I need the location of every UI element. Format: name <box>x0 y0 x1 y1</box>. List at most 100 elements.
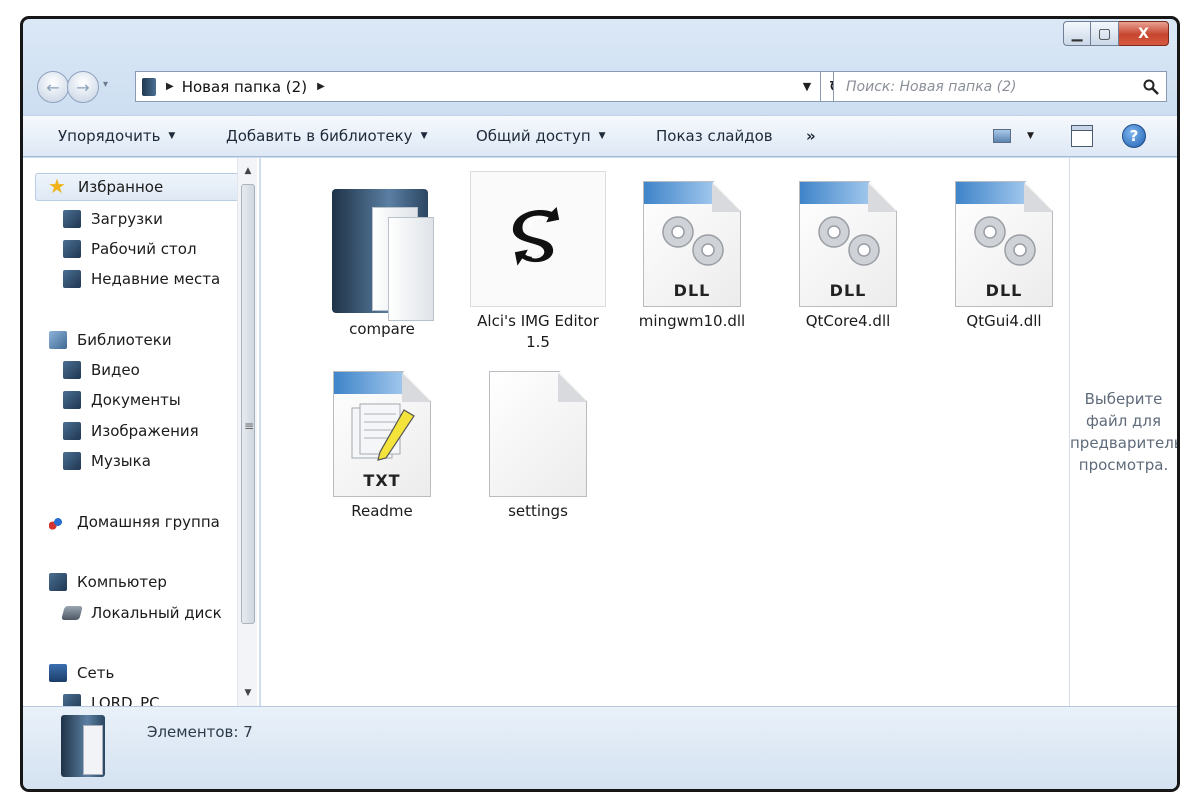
sidebar-item-network-pc[interactable]: LORD_PC <box>63 689 160 706</box>
scroll-up-icon[interactable]: ▲ <box>238 162 258 180</box>
sidebar-item-label: Библиотеки <box>77 331 172 349</box>
preview-pane-button[interactable] <box>1071 125 1093 147</box>
downloads-icon <box>63 210 81 228</box>
minimize-icon: ▁ <box>1071 25 1083 42</box>
search-box[interactable]: Поиск: Новая папка (2) <box>833 71 1167 102</box>
scroll-down-icon[interactable]: ▼ <box>238 684 258 702</box>
file-item-alcis-img-editor[interactable]: Alci's IMG Editor 1.5 <box>463 171 613 353</box>
sidebar-item-homegroup[interactable]: Домашняя группа <box>49 508 220 536</box>
recent-pages-dropdown[interactable]: ▾ <box>103 79 108 90</box>
sidebar-item-favorites[interactable]: ★ Избранное <box>35 173 240 201</box>
gears-icon <box>974 216 1036 266</box>
text-file-icon: TXT <box>333 371 431 497</box>
sidebar-item-label: Локальный диск <box>91 604 222 622</box>
sidebar-item-label: Документы <box>91 391 181 409</box>
sidebar-item-libraries[interactable]: Библиотеки <box>49 326 172 354</box>
address-dropdown-icon[interactable]: ▼ <box>794 72 820 101</box>
maximize-icon: ▢ <box>1097 25 1112 42</box>
dll-file-icon: DLL <box>955 181 1053 307</box>
add-to-library-label: Добавить в библиотеку <box>226 127 413 145</box>
file-item-mingwm10-dll[interactable]: DLL mingwm10.dll <box>617 172 767 332</box>
help-button[interactable]: ? <box>1122 124 1146 148</box>
forward-button[interactable]: → <box>67 71 99 103</box>
file-name: QtGui4.dll <box>966 312 1042 330</box>
desktop-icon <box>63 240 81 258</box>
arrow-right-icon: → <box>76 77 90 97</box>
organize-menu[interactable]: Упорядочить ▼ <box>58 127 175 145</box>
navigation-scrollbar[interactable]: ▲ ≡ ▼ <box>237 158 257 706</box>
video-library-icon <box>63 361 81 379</box>
search-input[interactable]: Поиск: Новая папка (2) <box>846 79 1136 95</box>
music-library-icon <box>63 452 81 470</box>
more-commands-button[interactable]: » <box>806 127 816 145</box>
sidebar-item-images[interactable]: Изображения <box>63 417 199 445</box>
sidebar-item-downloads[interactable]: Загрузки <box>63 205 163 233</box>
file-list[interactable]: compare Alci's IMG Editor 1.5 DLL mingwm… <box>261 158 1069 706</box>
file-name: Alci's IMG Editor 1.5 <box>477 312 599 351</box>
network-icon <box>49 664 67 682</box>
sidebar-item-label: Домашняя группа <box>77 513 220 531</box>
grip-icon: ≡ <box>244 419 255 433</box>
homegroup-icon <box>49 513 67 531</box>
file-name: Readme <box>351 502 413 520</box>
gothic-s-logo-icon <box>512 207 560 266</box>
scrollbar-thumb[interactable]: ≡ <box>241 184 255 624</box>
search-icon[interactable] <box>1136 79 1166 95</box>
sidebar-item-label: Изображения <box>91 422 199 440</box>
breadcrumb-current-folder[interactable]: Новая папка (2) <box>182 78 307 96</box>
address-bar[interactable]: ▶ Новая папка (2) ▶ ▼ <box>135 71 821 102</box>
file-name: mingwm10.dll <box>638 312 746 330</box>
file-item-compare[interactable]: compare <box>307 180 457 340</box>
sidebar-item-local-disk[interactable]: Локальный диск <box>61 599 222 627</box>
sidebar-item-music[interactable]: Музыка <box>63 447 151 475</box>
navigation-pane: ★ Избранное Загрузки Рабочий стол Недавн… <box>23 158 260 706</box>
back-button[interactable]: ← <box>37 71 69 103</box>
sidebar-item-label: LORD_PC <box>91 694 160 706</box>
chevron-down-icon: ▼ <box>598 131 606 141</box>
share-menu[interactable]: Общий доступ ▼ <box>476 127 606 145</box>
item-count: Элементов: 7 <box>147 723 253 741</box>
gears-icon <box>818 216 880 266</box>
preview-pane: Выберите файл для предварительного просм… <box>1069 158 1177 706</box>
breadcrumb-separator-icon[interactable]: ▶ <box>166 81 174 92</box>
breadcrumb-expand-icon[interactable]: ▶ <box>317 81 325 92</box>
hard-drive-icon <box>61 606 83 620</box>
window-controls: ▁ ▢ X <box>1063 21 1169 46</box>
view-icon <box>993 129 1011 143</box>
sidebar-item-label: Музыка <box>91 452 151 470</box>
notepad-icon <box>351 403 415 461</box>
sidebar-item-documents[interactable]: Документы <box>63 386 181 414</box>
dll-file-icon: DLL <box>643 181 741 307</box>
sidebar-item-network[interactable]: Сеть <box>49 659 114 687</box>
close-button[interactable]: X <box>1119 21 1169 46</box>
sidebar-item-desktop[interactable]: Рабочий стол <box>63 235 197 263</box>
folder-icon <box>61 715 107 779</box>
file-name: settings <box>508 502 568 520</box>
more-commands-label: » <box>806 127 816 145</box>
sidebar-item-label: Недавние места <box>91 270 221 288</box>
file-item-settings[interactable]: settings <box>463 362 613 522</box>
minimize-button[interactable]: ▁ <box>1063 21 1091 46</box>
add-to-library-menu[interactable]: Добавить в библиотеку ▼ <box>226 127 427 145</box>
documents-library-icon <box>63 391 81 409</box>
share-label: Общий доступ <box>476 127 591 145</box>
recent-places-icon <box>63 270 81 288</box>
file-item-qtgui4-dll[interactable]: DLL QtGui4.dll <box>929 172 1079 332</box>
sidebar-item-video[interactable]: Видео <box>63 356 140 384</box>
sidebar-item-recent[interactable]: Недавние места <box>63 265 220 293</box>
file-extension-label: DLL <box>673 281 711 300</box>
file-item-qtcore4-dll[interactable]: DLL QtCore4.dll <box>773 172 923 332</box>
computer-icon <box>49 573 67 591</box>
sidebar-item-computer[interactable]: Компьютер <box>49 568 167 596</box>
maximize-button[interactable]: ▢ <box>1091 21 1119 46</box>
slideshow-button[interactable]: Показ слайдов <box>656 127 773 145</box>
details-pane: Элементов: 7 <box>23 706 1177 789</box>
pictures-library-icon <box>63 422 81 440</box>
change-view-button[interactable]: ▼ <box>993 129 1034 143</box>
file-extension-label: DLL <box>985 281 1023 300</box>
chevron-down-icon: ▼ <box>420 131 428 141</box>
file-item-readme[interactable]: TXT Readme <box>307 362 457 522</box>
gears-icon <box>662 216 724 266</box>
file-extension-label: TXT <box>363 471 401 490</box>
sidebar-item-label: Сеть <box>77 664 115 682</box>
